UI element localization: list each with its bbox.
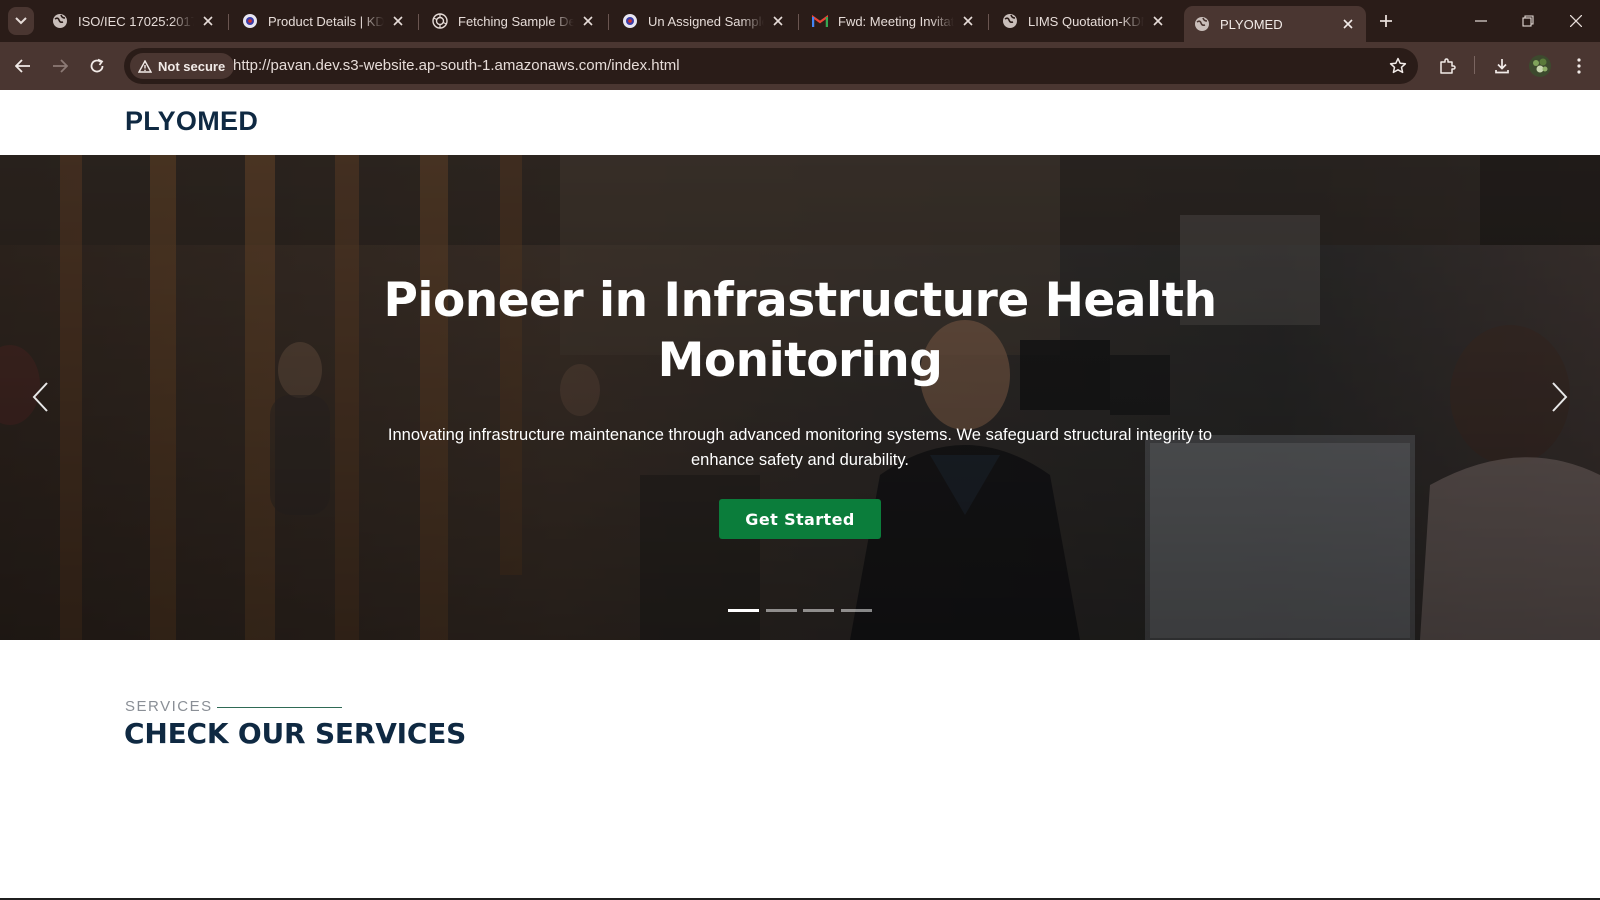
back-button[interactable] bbox=[9, 52, 37, 80]
hero-subtitle: Innovating infrastructure maintenance th… bbox=[387, 426, 1213, 469]
chevron-down-icon bbox=[15, 17, 27, 25]
tab-search-button[interactable] bbox=[8, 7, 34, 35]
close-icon[interactable] bbox=[1340, 16, 1356, 32]
hero-title: Pioneer in Infrastructure Health Monitor… bbox=[383, 273, 1217, 388]
carousel-indicator-4[interactable] bbox=[841, 609, 872, 612]
browser-tab[interactable]: Fetching Sample Details bbox=[422, 6, 606, 36]
carousel-next-button[interactable] bbox=[1545, 377, 1575, 417]
new-tab-button[interactable] bbox=[1375, 10, 1397, 32]
plus-icon bbox=[1380, 15, 1392, 27]
services-section: SERVICES CHECK OUR SERVICES bbox=[0, 640, 1600, 900]
get-started-button[interactable]: Get Started bbox=[719, 499, 881, 539]
browser-menu-button[interactable] bbox=[1565, 52, 1593, 80]
browser-tab-active[interactable]: PLYOMED bbox=[1184, 6, 1366, 42]
site-header: PLYOMED bbox=[0, 90, 1600, 155]
restore-button[interactable] bbox=[1514, 8, 1542, 34]
site-security-chip[interactable]: Not secure bbox=[130, 53, 235, 79]
tab-title: Fetching Sample Details bbox=[458, 13, 574, 29]
close-icon[interactable] bbox=[1150, 13, 1166, 29]
globe-icon bbox=[1002, 13, 1018, 29]
services-kicker: SERVICES bbox=[125, 698, 213, 715]
reload-icon bbox=[90, 58, 104, 73]
minimize-button[interactable] bbox=[1467, 8, 1495, 34]
star-icon bbox=[1389, 57, 1407, 74]
downloads-button[interactable] bbox=[1488, 52, 1516, 80]
tab-separator bbox=[418, 14, 419, 30]
globe-icon bbox=[1194, 16, 1210, 32]
tab-title: PLYOMED bbox=[1220, 16, 1283, 32]
warning-icon bbox=[138, 59, 152, 73]
close-icon bbox=[1570, 15, 1582, 27]
browser-tab[interactable]: ISO/IEC 17025:2017 bbox=[42, 6, 226, 36]
openai-icon bbox=[432, 13, 448, 29]
browser-toolbar: Not secure http://pavan.dev.s3-website.a… bbox=[0, 42, 1600, 90]
forward-arrow-icon bbox=[53, 59, 68, 73]
services-title: CHECK OUR SERVICES bbox=[124, 717, 467, 750]
close-icon[interactable] bbox=[580, 13, 596, 29]
site-logo[interactable]: PLYOMED bbox=[125, 106, 258, 137]
browser-tab[interactable]: Un Assigned Samples bbox=[612, 6, 796, 36]
url-text[interactable]: http://pavan.dev.s3-website.ap-south-1.a… bbox=[233, 57, 680, 74]
tab-separator bbox=[988, 14, 989, 30]
tab-title: LIMS Quotation-KDM bbox=[1028, 13, 1144, 29]
tab-title: Product Details | KDM bbox=[268, 13, 384, 29]
hero-background-image bbox=[0, 155, 1600, 640]
browser-tab[interactable]: LIMS Quotation-KDM bbox=[992, 6, 1176, 36]
chevron-left-icon bbox=[32, 382, 48, 412]
chevron-right-icon bbox=[1552, 382, 1568, 412]
profile-button[interactable] bbox=[1526, 52, 1554, 80]
puzzle-icon bbox=[1440, 58, 1456, 74]
address-bar[interactable]: Not secure http://pavan.dev.s3-website.a… bbox=[124, 48, 1418, 84]
browser-tab[interactable]: Fwd: Meeting Invitation bbox=[802, 6, 986, 36]
kdm-logo-icon bbox=[242, 13, 258, 29]
globe-icon bbox=[52, 13, 68, 29]
close-icon[interactable] bbox=[390, 13, 406, 29]
carousel-prev-button[interactable] bbox=[25, 377, 55, 417]
browser-tab[interactable]: Product Details | KDM bbox=[232, 6, 416, 36]
extensions-button[interactable] bbox=[1433, 52, 1461, 80]
tab-separator bbox=[228, 14, 229, 30]
close-icon[interactable] bbox=[200, 13, 216, 29]
kdm-logo-icon bbox=[622, 13, 638, 29]
tab-title: Un Assigned Samples bbox=[648, 13, 764, 29]
close-icon[interactable] bbox=[960, 13, 976, 29]
tab-title: ISO/IEC 17025:2017 bbox=[78, 13, 194, 29]
bookmark-button[interactable] bbox=[1388, 56, 1408, 76]
tab-separator bbox=[608, 14, 609, 30]
reload-button[interactable] bbox=[83, 52, 111, 80]
carousel-indicator-3[interactable] bbox=[803, 609, 834, 612]
carousel-indicator-2[interactable] bbox=[766, 609, 797, 612]
carousel-indicator-1[interactable] bbox=[728, 609, 759, 612]
toolbar-separator bbox=[1474, 56, 1475, 74]
forward-button[interactable] bbox=[46, 52, 74, 80]
restore-icon bbox=[1522, 15, 1534, 27]
close-window-button[interactable] bbox=[1562, 8, 1590, 34]
download-icon bbox=[1495, 59, 1509, 74]
minimize-icon bbox=[1475, 20, 1487, 22]
back-arrow-icon bbox=[15, 59, 30, 73]
kicker-divider bbox=[217, 707, 342, 708]
security-label: Not secure bbox=[158, 58, 226, 74]
gmail-icon bbox=[812, 13, 828, 29]
browser-tab-strip: ISO/IEC 17025:2017 Product Details | KDM… bbox=[0, 0, 1600, 42]
more-vertical-icon bbox=[1577, 58, 1581, 74]
hero-carousel: Pioneer in Infrastructure Health Monitor… bbox=[0, 155, 1600, 640]
close-icon[interactable] bbox=[770, 13, 786, 29]
tab-separator bbox=[798, 14, 799, 30]
tab-title: Fwd: Meeting Invitation bbox=[838, 13, 954, 29]
avatar bbox=[1529, 55, 1551, 77]
